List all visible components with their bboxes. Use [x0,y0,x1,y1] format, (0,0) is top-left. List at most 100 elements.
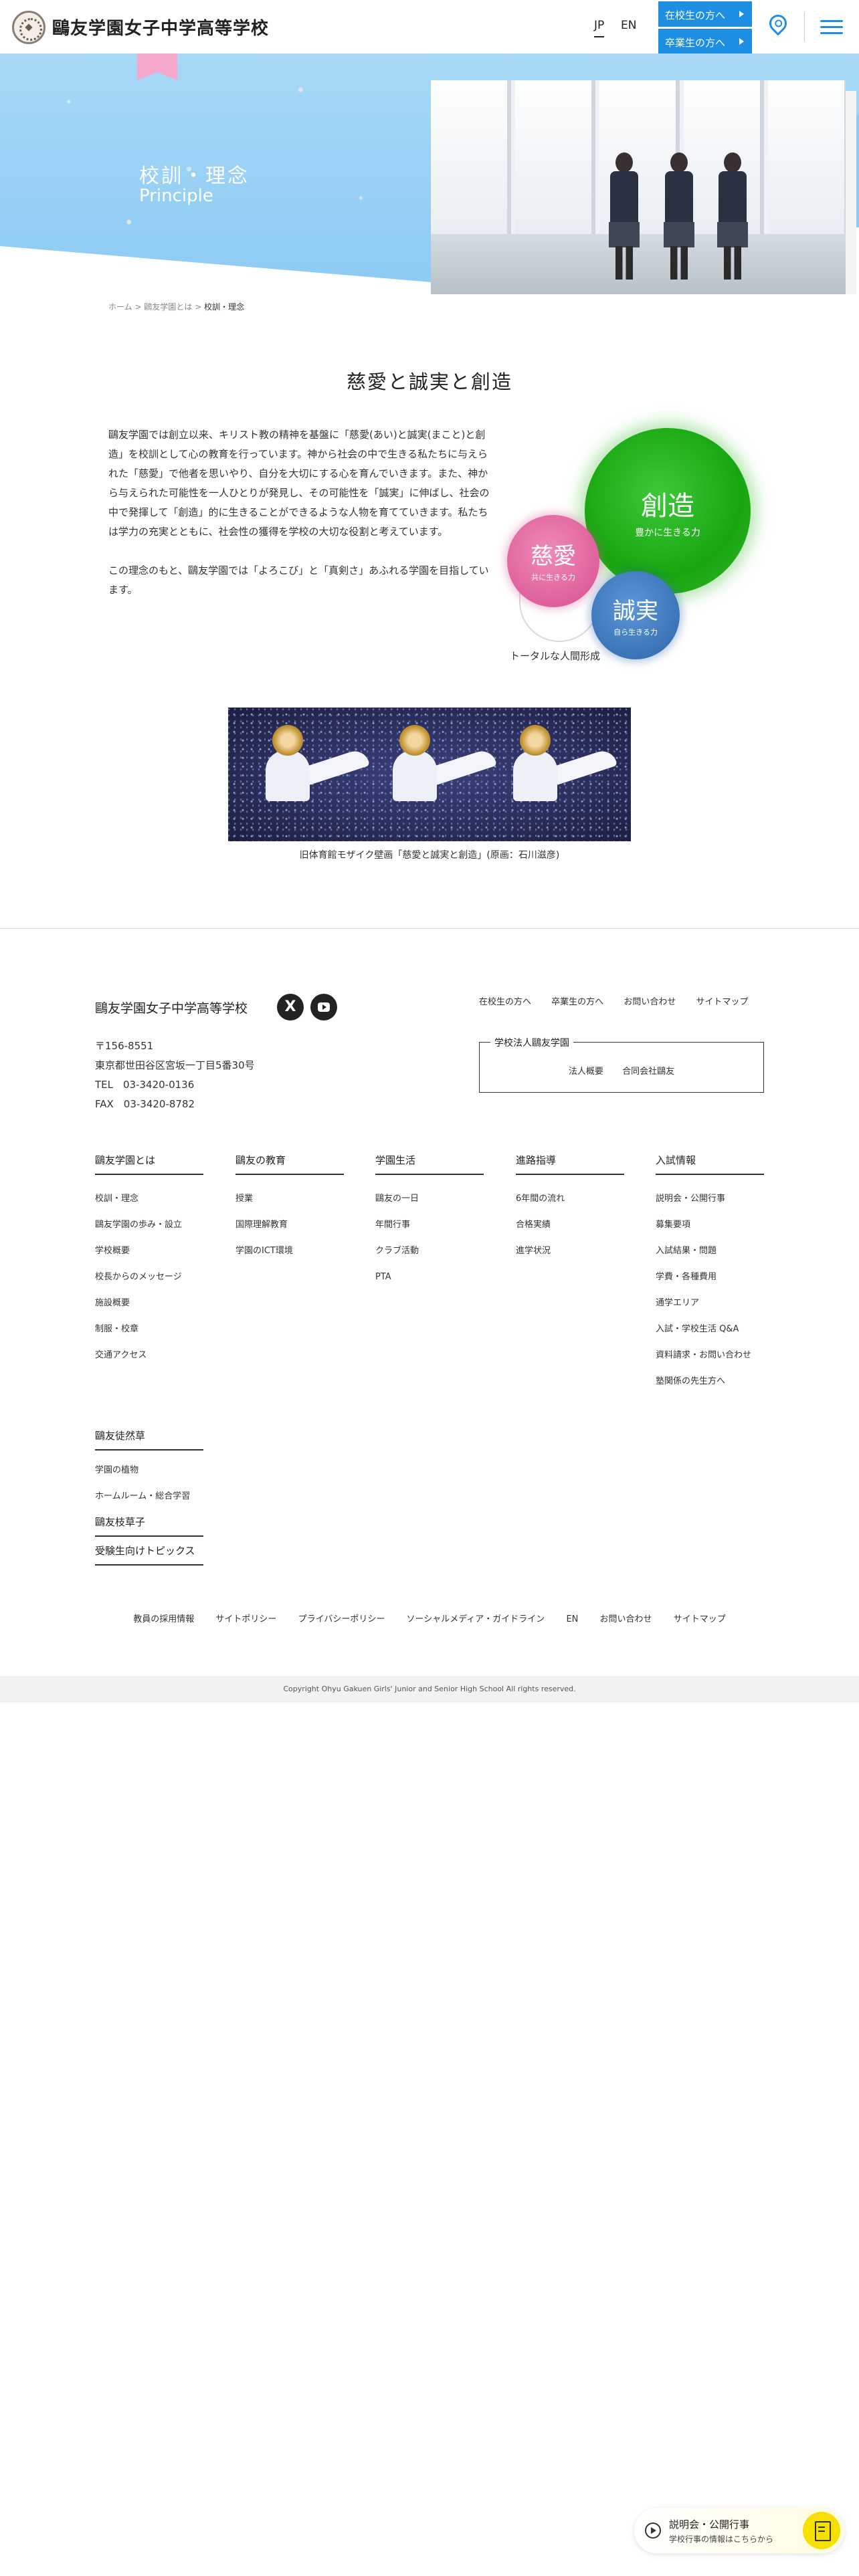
current-students-button[interactable]: 在校生の方へ [658,1,752,27]
corporation-title: 学校法人鷗友学園 [490,1036,573,1049]
footer-nav-item[interactable]: 学費・各種費用 [656,1264,764,1290]
arrow-right-icon [739,38,744,45]
footer-nav-item[interactable]: ホームルーム・総合学習 [95,1483,203,1509]
love-circle: 慈愛 共に生きる力 [507,515,599,607]
fax-number: FAX 03-3420-8782 [95,1098,195,1110]
footer-nav-item[interactable]: 年間行事 [375,1212,484,1238]
footer-column-career: 進路指導 6年間の流れ 合格実績 進学状況 [516,1153,624,1264]
breadcrumb: ホーム > 鷗友学園とは > 校訓・理念 [108,301,244,312]
footer-column-title[interactable]: 鷗友学園とは [95,1153,203,1175]
footer-bottom-link[interactable]: サイトマップ [674,1614,726,1624]
footer-nav-item[interactable]: 校訓・理念 [95,1186,203,1212]
footer-nav-item[interactable]: 塾関係の先生方へ [656,1368,764,1394]
hero-photo-students [431,80,846,294]
youtube-icon[interactable] [310,994,337,1021]
footer-bottom-link[interactable]: 教員の採用情報 [133,1614,194,1624]
alumni-button[interactable]: 卒業生の方へ [658,28,752,53]
footer-nav-item[interactable]: 制服・校章 [95,1316,203,1342]
phone-number: TEL 03-3420-0136 [95,1079,195,1091]
x-social-icon[interactable]: X [277,994,304,1021]
lang-jp-link[interactable]: JP [594,19,605,37]
footer-nav-item[interactable]: 施設概要 [95,1290,203,1316]
event-banner-title: 説明会・公開行事 [669,2518,750,2531]
footer-bottom-links: 教員の採用情報 サイトポリシー プライバシーポリシー ソーシャルメディア・ガイド… [0,1612,859,1624]
footer-top-links: 在校生の方へ 卒業生の方へ お問い合わせ サイトマップ [479,994,765,1007]
footer-link[interactable]: 卒業生の方へ [551,997,603,1007]
sincerity-title: 誠実 [613,598,658,625]
footer-nav-item[interactable]: 6年間の流れ [516,1186,624,1212]
intro-paragraph-1: 鷗友学園では創立以来、キリスト教の精神を基盤に「慈愛(あい)と誠実(まこと)と創… [108,429,490,538]
site-title[interactable]: 鷗友学園女子中学高等学校 [52,15,269,39]
footer-column-title[interactable]: 学園生活 [375,1153,484,1175]
corporation-link[interactable]: 合同会社鷗友 [622,1067,674,1077]
footer-nav-item[interactable]: 学園の植物 [95,1457,203,1483]
footer-column-title[interactable]: 鷗友の教育 [235,1153,344,1175]
mosaic-mural-image [228,708,631,841]
footer-nav-item[interactable]: 募集要項 [656,1212,764,1238]
page-subtitle: Principle [139,186,213,206]
footer-extra-links: 鷗友徒然草 学園の植物 ホームルーム・総合学習 鷗友枝草子 受験生向けトピックス [95,1428,203,1572]
footer-divider [0,928,859,929]
section-title: 慈愛と誠実と創造 [346,370,512,393]
mosaic-caption: 旧体育館モザイク壁画「慈愛と誠実と創造」(原画：石川滋彦) [299,850,560,861]
footer-nav-item[interactable]: 鷗友学園の歩み・設立 [95,1212,203,1238]
sincerity-circle: 誠実 自ら生きる力 [591,571,680,659]
footer-link[interactable]: お問い合わせ [624,997,676,1007]
footer-bottom-link[interactable]: お問い合わせ [600,1614,652,1624]
arrow-right-icon [739,11,744,17]
footer-nav-item[interactable]: 校長からのメッセージ [95,1264,203,1290]
footer-nav-item[interactable]: 通学エリア [656,1290,764,1316]
corporation-box: 学校法人鷗友学園 法人概要 合同会社鷗友 [479,1036,764,1093]
breadcrumb-parent[interactable]: 鷗友学園とは [144,302,192,312]
play-circle-icon [645,2523,661,2539]
breadcrumb-separator: > [134,302,142,312]
current-students-label: 在校生の方へ [665,9,726,21]
love-subtitle: 共に生きる力 [531,573,575,582]
map-pin-icon[interactable] [765,11,791,36]
footer-nav-item[interactable]: 学園のICT環境 [235,1238,344,1264]
page-title: 校訓・理念 [139,165,250,188]
footer-column-title[interactable]: 入試情報 [656,1153,764,1175]
footer-nav-item[interactable]: 資料請求・お問い合わせ [656,1342,764,1368]
corporation-link[interactable]: 法人概要 [569,1067,603,1077]
footer-nav-item[interactable]: 国際理解教育 [235,1212,344,1238]
footer-nav-item[interactable]: 入試結果・問題 [656,1238,764,1264]
motto-diagram: 創造 豊かに生きる力 慈愛 共に生きる力 誠実 自ら生きる力 トータルな人間形成 [500,425,755,666]
footer-column-school-life: 学園生活 鷗友の一日 年間行事 クラブ活動 PTA [375,1153,484,1290]
school-crest-logo[interactable] [12,11,45,44]
footer-bottom-link[interactable]: プライバシーポリシー [298,1614,385,1624]
footer-bottom-link[interactable]: ソーシャルメディア・ガイドライン [406,1614,545,1624]
footer-bottom-link[interactable]: サイトポリシー [215,1614,276,1624]
creation-circle: 創造 豊かに生きる力 [585,428,751,594]
postal-code: 〒156-8551 [95,1040,154,1052]
footer-nav-item[interactable]: 交通アクセス [95,1342,203,1368]
footer-column-title[interactable]: 鷗友徒然草 [95,1428,203,1451]
footer-column-title[interactable]: 受験生向けトピックス [95,1543,203,1566]
footer-nav-item[interactable]: 授業 [235,1186,344,1212]
footer-school-name: 鷗友学園女子中学高等学校 [95,1001,248,1016]
footer-nav-item[interactable]: 説明会・公開行事 [656,1186,764,1212]
footer-nav-item[interactable]: PTA [375,1264,484,1290]
love-title: 慈愛 [531,543,576,570]
footer-nav-item[interactable]: クラブ活動 [375,1238,484,1264]
street-address: 東京都世田谷区宮坂一丁目5番30号 [95,1059,255,1071]
footer-link[interactable]: 在校生の方へ [479,997,531,1007]
footer-link[interactable]: サイトマップ [696,997,748,1007]
footer-nav-item[interactable]: 入試・学校生活 Q&A [656,1316,764,1342]
footer-column-title[interactable]: 鷗友枝草子 [95,1515,203,1537]
footer-nav-item[interactable]: 学校概要 [95,1238,203,1264]
footer-nav-item[interactable]: 合格実績 [516,1212,624,1238]
hero-banner: 校訓・理念 Principle [0,53,859,294]
footer-bottom-link[interactable]: EN [566,1614,578,1624]
lang-en-link[interactable]: EN [621,19,636,32]
footer-column-education: 鷗友の教育 授業 国際理解教育 学園のICT環境 [235,1153,344,1264]
breadcrumb-home[interactable]: ホーム [108,302,132,312]
hamburger-menu-icon[interactable] [820,20,843,34]
alumni-label: 卒業生の方へ [665,37,726,49]
header-divider [804,12,805,41]
footer-nav-item[interactable]: 進学状況 [516,1238,624,1264]
footer-column-admissions: 入試情報 説明会・公開行事 募集要項 入試結果・問題 学費・各種費用 通学エリア… [656,1153,764,1394]
footer-column-title[interactable]: 進路指導 [516,1153,624,1175]
footer-nav-item[interactable]: 鷗友の一日 [375,1186,484,1212]
event-floating-banner[interactable]: 説明会・公開行事 学校行事の情報はこちらから [634,2508,844,2553]
